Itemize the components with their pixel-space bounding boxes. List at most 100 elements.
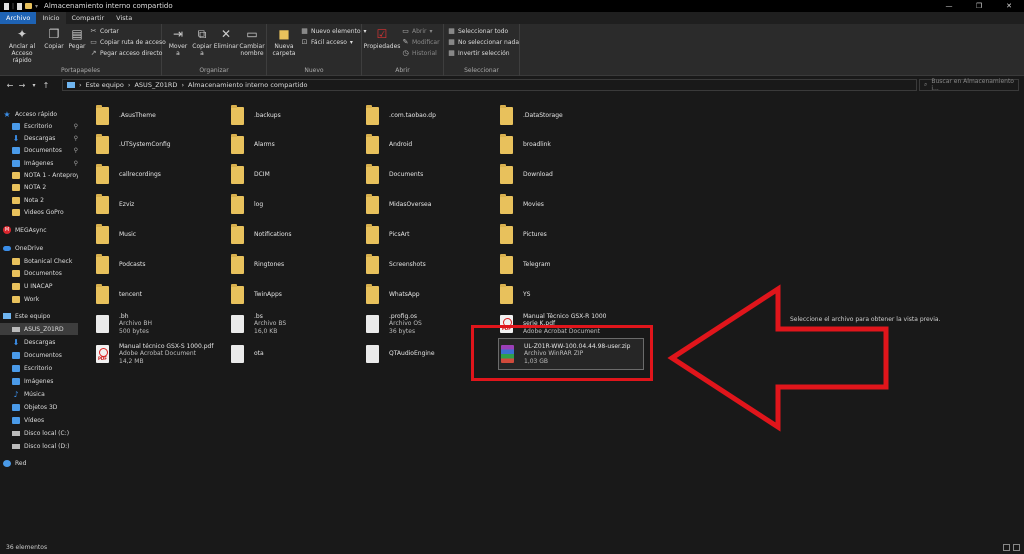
rename-button[interactable]: ▭ Cambiar nombre xyxy=(239,27,265,57)
folder-item[interactable]: WhatsApp xyxy=(366,282,506,308)
edit-button[interactable]: ✎ Modificar xyxy=(402,39,440,47)
select-all-button[interactable]: ▦ Seleccionar todo xyxy=(448,28,508,36)
nav-item[interactable]: Escritorio xyxy=(0,362,78,374)
nav-item[interactable]: ⬇ Descargas xyxy=(0,336,78,348)
easy-access-button[interactable]: ⊡ Fácil acceso ▾ xyxy=(301,39,353,47)
nav-item[interactable]: NOTA 1 - Anteproye xyxy=(0,169,78,181)
history-button[interactable]: ◷ Historial xyxy=(402,50,436,58)
folder-item[interactable]: Notifications xyxy=(231,222,371,248)
nav-item[interactable]: M MEGAsync xyxy=(0,224,78,236)
nav-item[interactable]: ♪ Música xyxy=(0,388,78,400)
maximize-button[interactable]: ❐ xyxy=(964,0,994,12)
nav-item[interactable]: Botanical Check xyxy=(0,255,78,267)
nav-item[interactable]: U INACAP xyxy=(0,280,78,292)
breadcrumb-storage[interactable]: Almacenamiento interno compartido xyxy=(188,81,307,89)
details-view-icon[interactable] xyxy=(1003,544,1010,551)
nav-item[interactable]: Escritorio ⚲ xyxy=(0,120,78,132)
tab-vista[interactable]: Vista xyxy=(110,12,138,24)
copy-button[interactable]: ❐ Copiar xyxy=(44,27,64,50)
tab-compartir[interactable]: Compartir xyxy=(66,12,111,24)
folder-item[interactable]: Alarms xyxy=(231,132,371,158)
folder-item[interactable]: Movies xyxy=(500,192,640,218)
tab-archivo[interactable]: Archivo xyxy=(0,12,37,24)
nav-item[interactable]: Videos GoPro xyxy=(0,206,78,218)
file-item[interactable]: ota xyxy=(231,340,371,368)
nav-item[interactable]: Nota 2 xyxy=(0,194,78,206)
folder-item[interactable]: Music xyxy=(96,222,236,248)
folder-item[interactable]: YS xyxy=(500,282,640,308)
nav-item[interactable]: Work xyxy=(0,293,78,305)
folder-item[interactable]: broadlink xyxy=(500,132,640,158)
nav-item[interactable]: Este equipo xyxy=(0,310,78,322)
nav-item[interactable]: Documentos ⚲ xyxy=(0,144,78,156)
folder-item[interactable]: Ezviz xyxy=(96,192,236,218)
up-arrow-icon[interactable]: ↑ xyxy=(40,81,52,90)
folder-item[interactable]: TwinApps xyxy=(231,282,371,308)
nav-item[interactable]: Vídeos xyxy=(0,414,78,426)
move-to-button[interactable]: ⇥ Mover a xyxy=(167,27,189,57)
pin-icon[interactable]: ⚲ xyxy=(74,160,78,167)
minimize-button[interactable]: — xyxy=(934,0,964,12)
customize-quick-access-icon[interactable]: ▾ xyxy=(35,3,38,10)
cut-button[interactable]: ✂ Cortar xyxy=(90,28,119,36)
folder-item[interactable]: Pictures xyxy=(500,222,640,248)
nav-item[interactable]: Imágenes ⚲ xyxy=(0,157,78,169)
nav-item[interactable]: Documentos xyxy=(0,267,78,279)
properties-button[interactable]: ☑ Propiedades xyxy=(364,27,401,50)
folder-item[interactable]: Screenshots xyxy=(366,252,506,278)
nav-item[interactable]: Disco local (D:) xyxy=(0,440,78,452)
address-bar[interactable]: › Este equipo › ASUS_Z01RD › Almacenamie… xyxy=(62,79,917,91)
folder-item[interactable]: PicsArt xyxy=(366,222,506,248)
open-button[interactable]: ▭ Abrir ▾ xyxy=(402,28,432,36)
nav-item[interactable]: ★ Acceso rápido xyxy=(0,108,78,120)
tab-inicio[interactable]: Inicio xyxy=(36,12,66,24)
nav-item[interactable]: ⬇ Descargas ⚲ xyxy=(0,132,78,144)
folder-item[interactable]: Telegram xyxy=(500,252,640,278)
search-box[interactable]: ⌕ Buscar en Almacenamiento i... xyxy=(919,78,1019,92)
folder-item[interactable]: Podcasts xyxy=(96,252,236,278)
folder-item[interactable]: MidasOversea xyxy=(366,192,506,218)
close-button[interactable]: ✕ xyxy=(994,0,1024,12)
breadcrumb-este-equipo[interactable]: Este equipo xyxy=(86,81,124,89)
nav-item[interactable]: Objetos 3D xyxy=(0,401,78,413)
file-item[interactable]: Manual técnico GSX-S 1000.pdfAdobe Acrob… xyxy=(96,340,236,368)
copy-path-button[interactable]: ▭ Copiar ruta de acceso xyxy=(90,39,166,47)
folder-item[interactable]: callrecordings xyxy=(96,162,236,188)
paste-button[interactable]: ▤ Pegar xyxy=(67,27,87,50)
copy-to-button[interactable]: ⧉ Copiar a xyxy=(191,27,213,57)
folder-item[interactable]: Download xyxy=(500,162,640,188)
nav-item[interactable]: Disco local (C:) xyxy=(0,427,78,439)
folder-item[interactable]: .AsusTheme xyxy=(96,103,236,129)
folder-item[interactable]: log xyxy=(231,192,371,218)
nav-item[interactable]: Imágenes xyxy=(0,375,78,387)
folder-item[interactable]: .UTSystemConfig xyxy=(96,132,236,158)
folder-item[interactable]: DCIM xyxy=(231,162,371,188)
forward-arrow-icon[interactable]: → xyxy=(16,81,28,90)
nav-item[interactable]: OneDrive xyxy=(0,242,78,254)
folder-item[interactable]: .DataStorage xyxy=(500,103,640,129)
back-arrow-icon[interactable]: ← xyxy=(4,81,16,90)
folder-item[interactable]: .backups xyxy=(231,103,371,129)
nav-item[interactable]: Red xyxy=(0,457,78,469)
nav-item[interactable]: Documentos xyxy=(0,349,78,361)
recent-chevron-icon[interactable]: ▾ xyxy=(28,82,40,89)
file-item[interactable]: .bs Archivo BS 16,0 KB xyxy=(231,310,371,338)
pin-quick-access-button[interactable]: ✦ Anclar al Acceso rápido xyxy=(3,27,41,64)
paste-shortcut-button[interactable]: ↗ Pegar acceso directo xyxy=(90,50,163,58)
folder-item[interactable]: Ringtones xyxy=(231,252,371,278)
file-item[interactable]: .bh Archivo BH 500 bytes xyxy=(96,310,236,338)
invert-selection-button[interactable]: ▦ Invertir selección xyxy=(448,50,509,58)
pin-icon[interactable]: ⚲ xyxy=(74,123,78,130)
delete-button[interactable]: ✕ Eliminar xyxy=(214,27,239,50)
nav-item[interactable]: NOTA 2 xyxy=(0,181,78,193)
folder-item[interactable]: Documents xyxy=(366,162,506,188)
properties-quick-icon[interactable] xyxy=(17,2,23,10)
nav-item[interactable]: ASUS_Z01RD xyxy=(0,323,78,335)
new-folder-quick-icon[interactable] xyxy=(25,3,33,9)
pin-icon[interactable]: ⚲ xyxy=(74,147,78,154)
breadcrumb-device[interactable]: ASUS_Z01RD xyxy=(134,81,177,89)
folder-item[interactable]: tencent xyxy=(96,282,236,308)
folder-item[interactable]: Android xyxy=(366,132,506,158)
folder-item[interactable]: .com.taobao.dp xyxy=(366,103,506,129)
pin-icon[interactable]: ⚲ xyxy=(74,135,78,142)
